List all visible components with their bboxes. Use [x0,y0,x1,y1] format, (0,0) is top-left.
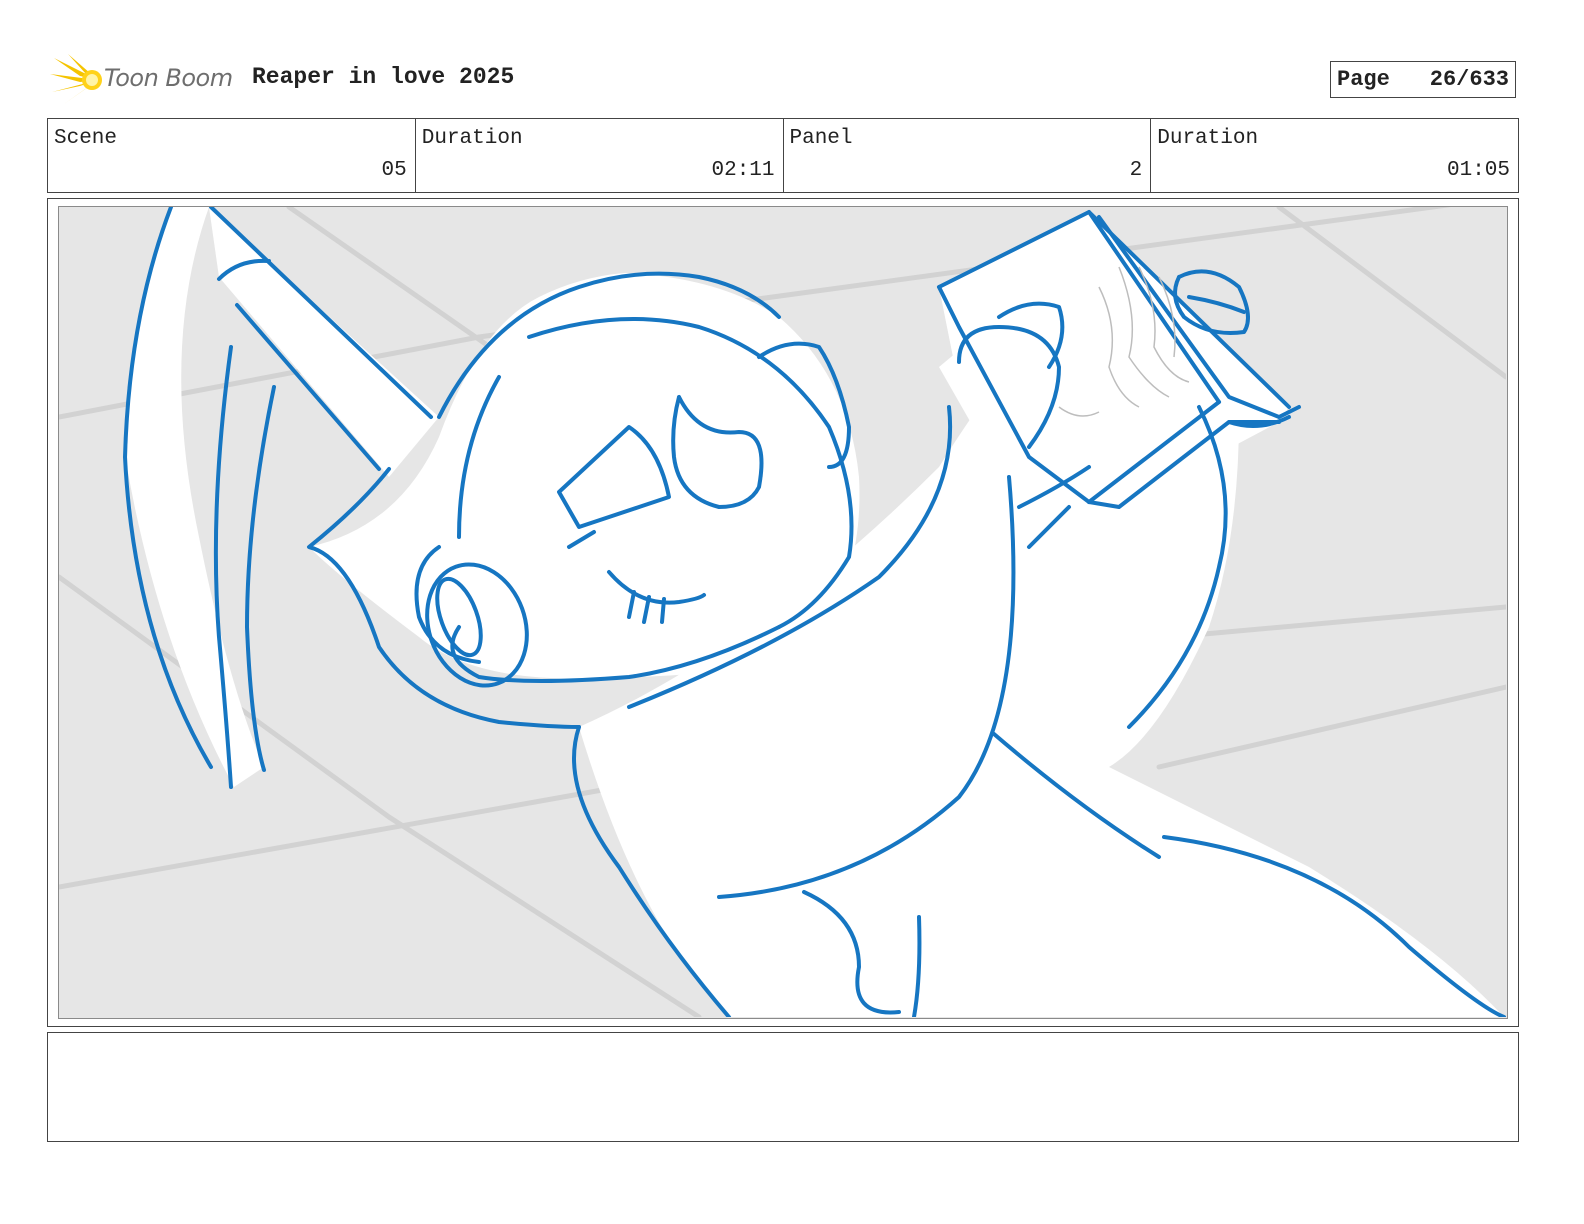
panel-label: Panel [789,127,853,150]
scene-duration-value: 02:11 [711,159,775,182]
panel-cell: Panel 2 [784,119,1152,192]
reaper-sketch [59,207,1506,1017]
storyboard-panel-frame [47,198,1519,1027]
panel-duration-cell: Duration 01:05 [1151,119,1518,192]
caption-box[interactable] [47,1032,1519,1142]
panel-info-table: Scene 05 Duration 02:11 Panel 2 Duration… [47,118,1519,193]
panel-value: 2 [1129,159,1143,182]
page-indicator: Page 26/633 [1330,61,1516,98]
panel-duration-value: 01:05 [1446,159,1510,182]
toon-boom-logo: Toon Boom [50,52,240,108]
scene-cell: Scene 05 [48,119,416,192]
scene-duration-cell: Duration 02:11 [416,119,784,192]
scene-label: Scene [54,127,118,150]
page-label: Page [1337,67,1390,92]
page-number: 26/633 [1429,67,1509,92]
panel-duration-label: Duration [1157,127,1259,150]
project-title: Reaper in love 2025 [252,64,515,90]
storyboard-drawing [58,206,1508,1019]
scene-value: 05 [381,159,407,182]
scene-duration-label: Duration [421,127,523,150]
logo-text: Toon Boom [104,64,233,92]
starburst-icon [50,54,102,104]
